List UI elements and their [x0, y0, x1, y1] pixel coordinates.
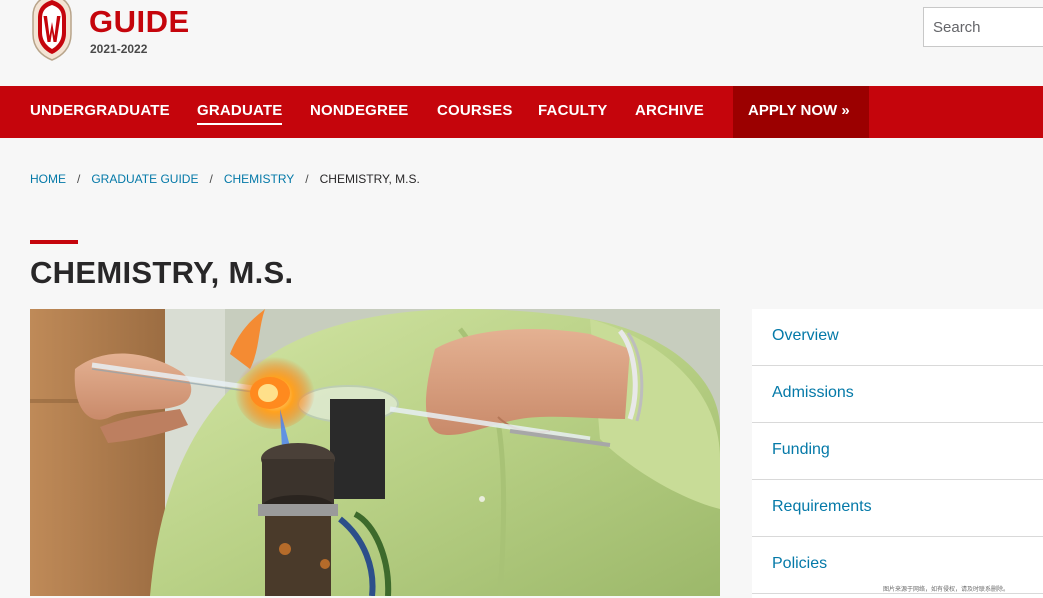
section-nav-requirements[interactable]: Requirements — [752, 480, 1043, 537]
main-nav: UNDERGRADUATE GRADUATE NONDEGREE COURSES… — [0, 86, 1043, 138]
section-nav-label: Admissions — [772, 384, 854, 401]
uw-crest-logo[interactable] — [30, 0, 74, 62]
section-nav-overview[interactable]: Overview — [752, 309, 1043, 366]
breadcrumb-graduate-guide[interactable]: GRADUATE GUIDE — [91, 172, 198, 186]
breadcrumb-separator: / — [305, 172, 309, 186]
search-input[interactable] — [923, 7, 1043, 47]
breadcrumb-separator: / — [77, 172, 81, 186]
breadcrumb-separator: / — [209, 172, 213, 186]
hero-image — [30, 309, 720, 596]
section-nav: Overview Admissions Funding Requirements… — [752, 309, 1043, 598]
watermark-text: 图片来源于网络，如有侵权，请及时联系删除。 — [883, 587, 1010, 593]
nav-faculty[interactable]: FACULTY — [538, 86, 607, 138]
apply-now-button[interactable]: APPLY NOW » — [733, 86, 869, 138]
title-accent-bar — [30, 240, 78, 244]
nav-undergraduate[interactable]: UNDERGRADUATE — [30, 86, 170, 138]
nav-nondegree[interactable]: NONDEGREE — [310, 86, 408, 138]
site-header: GUIDE 2021-2022 — [0, 0, 1043, 86]
breadcrumb: HOME / GRADUATE GUIDE / CHEMISTRY / CHEMISTRY,… — [30, 172, 420, 186]
breadcrumb-chemistry[interactable]: CHEMISTRY — [224, 172, 294, 186]
section-nav-funding[interactable]: Funding — [752, 423, 1043, 480]
nav-courses[interactable]: COURSES — [437, 86, 513, 138]
section-nav-label: Funding — [772, 441, 830, 458]
page-title: CHEMISTRY, M.S. — [30, 255, 294, 290]
breadcrumb-current: CHEMISTRY, M.S. — [319, 172, 420, 186]
section-nav-label: Overview — [772, 327, 839, 344]
guide-title[interactable]: GUIDE — [89, 4, 190, 40]
nav-archive[interactable]: ARCHIVE — [635, 86, 704, 138]
guide-year: 2021-2022 — [90, 42, 148, 56]
section-nav-label: Policies — [772, 555, 828, 572]
nav-graduate[interactable]: GRADUATE — [197, 86, 283, 138]
section-nav-admissions[interactable]: Admissions — [752, 366, 1043, 423]
breadcrumb-home[interactable]: HOME — [30, 172, 66, 186]
section-nav-label: Requirements — [772, 498, 872, 515]
